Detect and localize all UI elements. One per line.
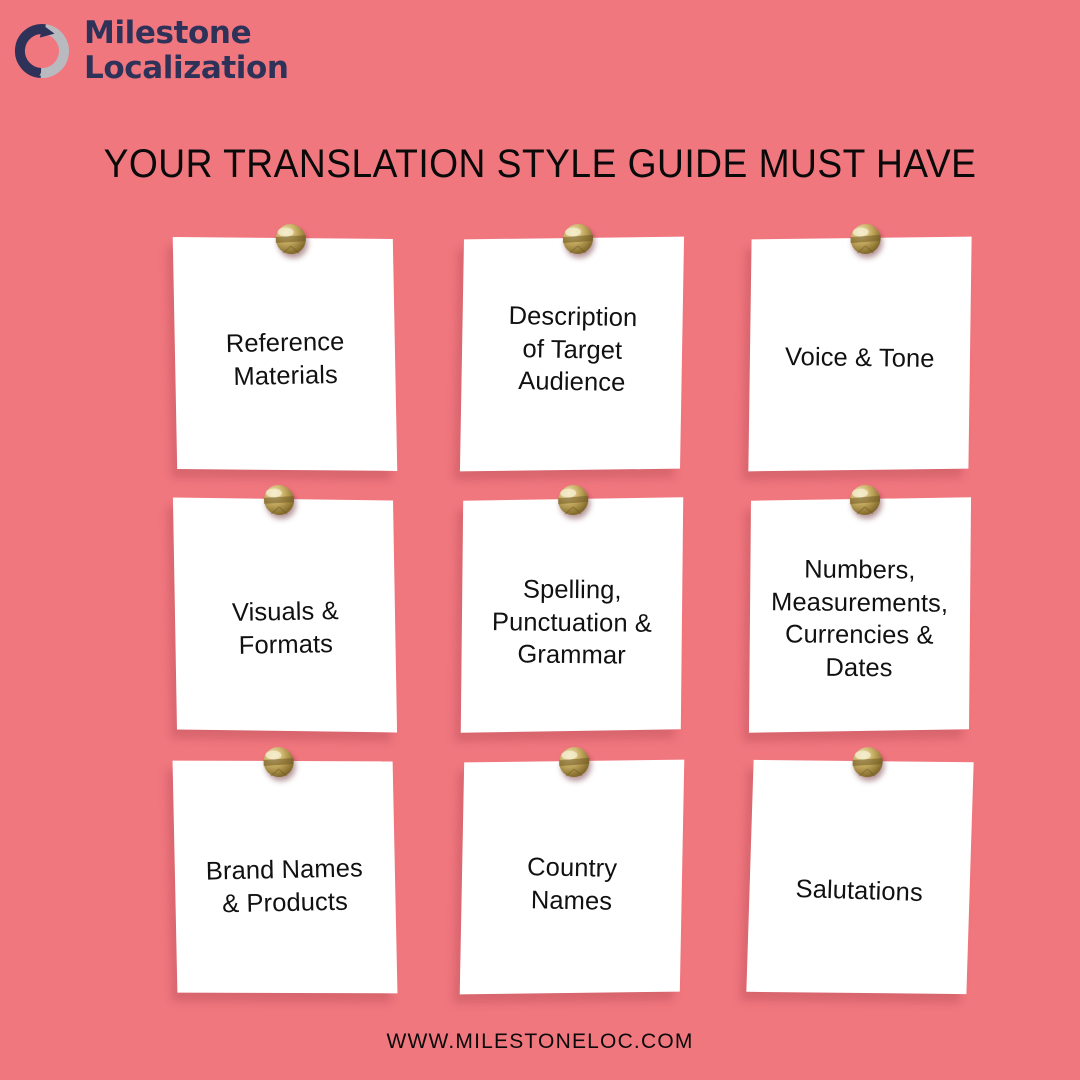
push-pin-icon: [847, 222, 884, 258]
sticky-note: Numbers, Measurements, Currencies & Date…: [749, 485, 972, 734]
sticky-note-label: Spelling, Punctuation & Grammar: [492, 576, 653, 671]
sticky-note-label: Country Names: [527, 853, 618, 916]
grid-cell: Brand Names & Products: [150, 747, 420, 1003]
sticky-note: Description of Target Audience: [460, 223, 685, 472]
sticky-note-label: Salutations: [795, 874, 924, 907]
grid-cell: Description of Target Audience: [438, 223, 708, 480]
push-pin-icon: [555, 483, 591, 520]
sticky-note: Salutations: [746, 747, 974, 995]
brand-name-line-1: Milestone: [84, 15, 252, 51]
sticky-note: Brand Names & Products: [172, 747, 398, 994]
grid-cell: Salutations: [725, 747, 995, 1003]
page-title: YOUR TRANSLATION STYLE GUIDE MUST HAVE: [103, 142, 977, 186]
push-pin-icon: [849, 745, 886, 781]
push-pin-icon: [560, 222, 597, 258]
website-url: WWW.MILESTONELOC.COM: [386, 1030, 694, 1053]
sticky-note-label: Numbers, Measurements, Currencies & Date…: [771, 555, 949, 683]
infographic-poster: Milestone Localization YOUR TRANSLATION …: [0, 0, 1080, 1080]
sticky-note-label: Reference Materials: [225, 328, 345, 391]
sticky-note: Voice & Tone: [748, 223, 972, 472]
sticky-note-label: Brand Names & Products: [205, 854, 364, 919]
grid-cell: Voice & Tone: [725, 223, 995, 480]
push-pin-icon: [847, 483, 883, 520]
push-pin-icon: [556, 745, 593, 781]
sticky-note-label: Description of Target Audience: [508, 301, 638, 398]
circular-arrow-logo-icon: [14, 23, 70, 79]
grid-cell: Numbers, Measurements, Currencies & Date…: [725, 485, 995, 742]
push-pin-icon: [261, 483, 298, 519]
grid-cell: Visuals & Formats: [150, 485, 420, 742]
sticky-note: Visuals & Formats: [172, 485, 397, 734]
brand-wordmark: Milestone Localization: [84, 18, 289, 84]
sticky-note: Spelling, Punctuation & Grammar: [461, 485, 684, 734]
sticky-note-label: Voice & Tone: [785, 342, 936, 373]
push-pin-icon: [272, 222, 309, 258]
grid-cell: Reference Materials: [150, 223, 420, 480]
sticky-note-grid: Reference Materials Description of Targe…: [150, 223, 995, 1003]
brand-logo: Milestone Localization: [14, 18, 289, 84]
sticky-note: Country Names: [460, 747, 685, 995]
grid-cell: Spelling, Punctuation & Grammar: [438, 485, 708, 742]
sticky-note: Reference Materials: [172, 223, 398, 471]
push-pin-icon: [260, 745, 297, 781]
grid-cell: Country Names: [438, 747, 708, 1003]
brand-name-line-2: Localization: [84, 50, 289, 86]
sticky-note-label: Visuals & Formats: [231, 597, 339, 661]
